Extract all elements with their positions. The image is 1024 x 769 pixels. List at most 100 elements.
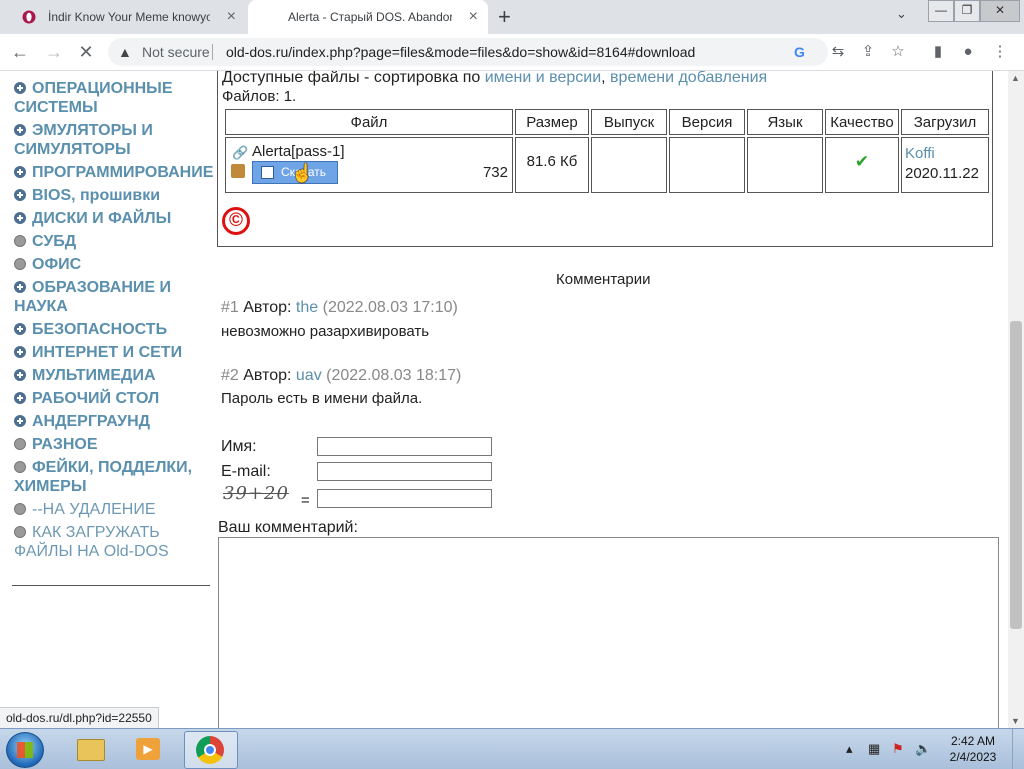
expand-plus-icon[interactable] xyxy=(14,415,26,427)
sidebar-item-dbms[interactable]: СУБД xyxy=(14,232,214,251)
comment-author-link[interactable]: uav xyxy=(296,367,322,384)
sidebar-item-label[interactable]: BIOS, прошивки xyxy=(32,187,160,204)
sidebar-item-label[interactable]: КАК ЗАГРУЖАТЬ ФАЙЛЫ НА Old-DOS xyxy=(14,524,169,560)
captcha-equals: = xyxy=(301,492,310,509)
tray-expand-icon[interactable]: ▴ xyxy=(846,741,853,757)
captcha-field[interactable] xyxy=(317,489,492,508)
page-scrollbar[interactable]: ▲ ▼ xyxy=(1008,71,1024,728)
sidebar-item-disks[interactable]: ДИСКИ И ФАЙЛЫ xyxy=(14,209,214,228)
sidebar-item-multimedia[interactable]: МУЛЬТИМЕДИА xyxy=(14,366,214,385)
expand-plus-icon[interactable] xyxy=(14,124,26,136)
close-tab-icon[interactable]: × xyxy=(227,0,236,34)
scrollbar-thumb[interactable] xyxy=(1010,321,1022,629)
new-tab-button[interactable]: + xyxy=(498,2,511,32)
sort-by-name-link[interactable]: имени и версии xyxy=(485,71,601,86)
address-bar[interactable]: ▲ Not secure old-dos.ru/index.php?page=f… xyxy=(108,38,828,66)
stop-loading-button[interactable]: ✕ xyxy=(74,40,98,64)
sidebar-item-label[interactable]: МУЛЬТИМЕДИА xyxy=(32,367,156,384)
expand-plus-icon[interactable] xyxy=(14,369,26,381)
share-icon[interactable]: ⇪ xyxy=(858,42,878,62)
sidebar-item-misc[interactable]: РАЗНОЕ xyxy=(14,435,214,454)
system-clock[interactable]: 2:42 AM 2/4/2023 xyxy=(944,733,1002,765)
sidebar-item-security[interactable]: БЕЗОПАСНОСТЬ xyxy=(14,320,214,339)
sidebar-item-programming[interactable]: ПРОГРАММИРОВАНИЕ xyxy=(14,163,214,182)
back-button[interactable]: ← xyxy=(8,40,32,64)
sidebar-item-label[interactable]: БЕЗОПАСНОСТЬ xyxy=(32,321,167,338)
clock-date: 2/4/2023 xyxy=(949,750,997,764)
sidebar-item-desktop[interactable]: РАБОЧИЙ СТОЛ xyxy=(14,389,214,408)
expand-plus-icon[interactable] xyxy=(14,212,26,224)
sidebar-item-label[interactable]: ПРОГРАММИРОВАНИЕ xyxy=(32,164,213,181)
sidebar-item-deletion[interactable]: --НА УДАЛЕНИЕ xyxy=(14,500,214,519)
forward-button[interactable]: → xyxy=(42,40,66,64)
sidebar-item-label[interactable]: ОПЕРАЦИОННЫЕ СИСТЕМЫ xyxy=(14,80,173,116)
sidebar-item-label[interactable]: ФЕЙКИ, ПОДДЕЛКИ, ХИМЕРЫ xyxy=(14,459,192,495)
sidebar-item-internet[interactable]: ИНТЕРНЕТ И СЕТИ xyxy=(14,343,214,362)
show-desktop-button[interactable] xyxy=(1012,729,1024,769)
bookmark-star-icon[interactable]: ☆ xyxy=(888,42,908,62)
sidebar-item-label[interactable]: ИНТЕРНЕТ И СЕТИ xyxy=(32,344,182,361)
expand-plus-icon[interactable] xyxy=(14,323,26,335)
sidebar-item-emulators[interactable]: ЭМУЛЯТОРЫ И СИМУЛЯТОРЫ xyxy=(14,121,214,159)
side-panel-icon[interactable]: ▮ xyxy=(928,42,948,62)
scroll-down-icon[interactable]: ▼ xyxy=(1011,716,1020,726)
url-text[interactable]: old-dos.ru/index.php?page=files&mode=fil… xyxy=(226,38,695,66)
comment-textarea[interactable] xyxy=(218,537,999,728)
maximize-button[interactable]: ❐ xyxy=(954,0,980,22)
sidebar-item-label[interactable]: СУБД xyxy=(32,233,76,250)
action-center-icon[interactable]: ⚑ xyxy=(892,741,904,757)
expand-plus-icon[interactable] xyxy=(14,346,26,358)
sidebar-item-label[interactable]: ЭМУЛЯТОРЫ И СИМУЛЯТОРЫ xyxy=(14,122,153,158)
folder-icon xyxy=(77,739,105,761)
close-tab-icon[interactable]: × xyxy=(469,0,478,34)
sidebar-item-os[interactable]: ОПЕРАЦИОННЫЕ СИСТЕМЫ xyxy=(14,79,214,117)
sidebar-item-fakes[interactable]: ФЕЙКИ, ПОДДЕЛКИ, ХИМЕРЫ xyxy=(14,458,214,496)
sidebar-item-label[interactable]: ОФИС xyxy=(32,256,81,273)
sidebar-item-label[interactable]: РАЗНОЕ xyxy=(32,436,98,453)
expand-plus-icon[interactable] xyxy=(14,281,26,293)
sidebar-item-label[interactable]: ДИСКИ И ФАЙЛЫ xyxy=(32,210,171,227)
name-field[interactable] xyxy=(317,437,492,456)
scroll-up-icon[interactable]: ▲ xyxy=(1011,73,1020,83)
expand-plus-icon[interactable] xyxy=(14,392,26,404)
uploader-link[interactable]: Koffi xyxy=(905,144,988,164)
sidebar-item-underground[interactable]: АНДЕРГРАУНД xyxy=(14,412,214,431)
menu-kebab-icon[interactable]: ⋮ xyxy=(990,42,1010,62)
expand-plus-icon[interactable] xyxy=(14,166,26,178)
minimize-button[interactable]: — xyxy=(928,0,954,22)
security-label[interactable]: Not secure xyxy=(142,38,210,66)
warning-icon[interactable]: ▲ xyxy=(118,38,132,66)
taskbar-chrome[interactable] xyxy=(184,731,238,769)
google-icon[interactable]: G xyxy=(794,38,805,66)
expand-plus-icon[interactable] xyxy=(14,189,26,201)
sidebar-item-upload-howto[interactable]: КАК ЗАГРУЖАТЬ ФАЙЛЫ НА Old-DOS xyxy=(14,523,214,561)
sidebar-item-bios[interactable]: BIOS, прошивки xyxy=(14,186,214,205)
sort-by-date-link[interactable]: времени добавления xyxy=(610,71,767,86)
table-header-row: Файл Размер Выпуск Версия Язык Качество … xyxy=(225,109,989,135)
expand-plus-icon[interactable] xyxy=(14,82,26,94)
sidebar-item-label[interactable]: АНДЕРГРАУНД xyxy=(32,413,150,430)
close-window-button[interactable]: ✕ xyxy=(980,0,1020,22)
comment-author-link[interactable]: the xyxy=(296,299,318,316)
taskbar-media-player[interactable]: ▶ xyxy=(122,731,174,767)
chevron-down-icon[interactable]: ⌄ xyxy=(896,6,907,22)
tab-alerta[interactable]: Alerta - Старый DOS. Abandonware × xyxy=(248,0,488,34)
translate-icon[interactable]: ⇆ xyxy=(828,42,848,62)
web-page: ОПЕРАЦИОННЫЕ СИСТЕМЫ ЭМУЛЯТОРЫ И СИМУЛЯТ… xyxy=(0,71,1024,728)
sidebar-item-office[interactable]: ОФИС xyxy=(14,255,214,274)
sidebar-item-label[interactable]: РАБОЧИЙ СТОЛ xyxy=(32,390,159,407)
email-field[interactable] xyxy=(317,462,492,481)
taskbar-explorer[interactable] xyxy=(63,731,115,767)
link-icon[interactable]: 🔗 xyxy=(232,145,248,161)
volume-icon[interactable]: 🔈 xyxy=(915,741,931,757)
col-header-uploader: Загрузил xyxy=(901,109,989,135)
network-icon[interactable]: ▦ xyxy=(868,741,880,757)
windows-taskbar: ▶ ▴ ▦ ⚑ 🔈 2:42 AM 2/4/2023 xyxy=(0,728,1024,769)
sidebar-item-label[interactable]: ОБРАЗОВАНИЕ И НАУКА xyxy=(14,279,171,315)
sidebar-item-education[interactable]: ОБРАЗОВАНИЕ И НАУКА xyxy=(14,278,214,316)
tab-knowyourmeme[interactable]: İndir Know Your Meme knowyourmeme × xyxy=(8,0,246,34)
start-button[interactable] xyxy=(6,732,44,768)
sidebar-item-label[interactable]: --НА УДАЛЕНИЕ xyxy=(32,501,156,518)
package-icon xyxy=(231,164,245,178)
profile-avatar-icon[interactable]: ● xyxy=(958,42,978,62)
